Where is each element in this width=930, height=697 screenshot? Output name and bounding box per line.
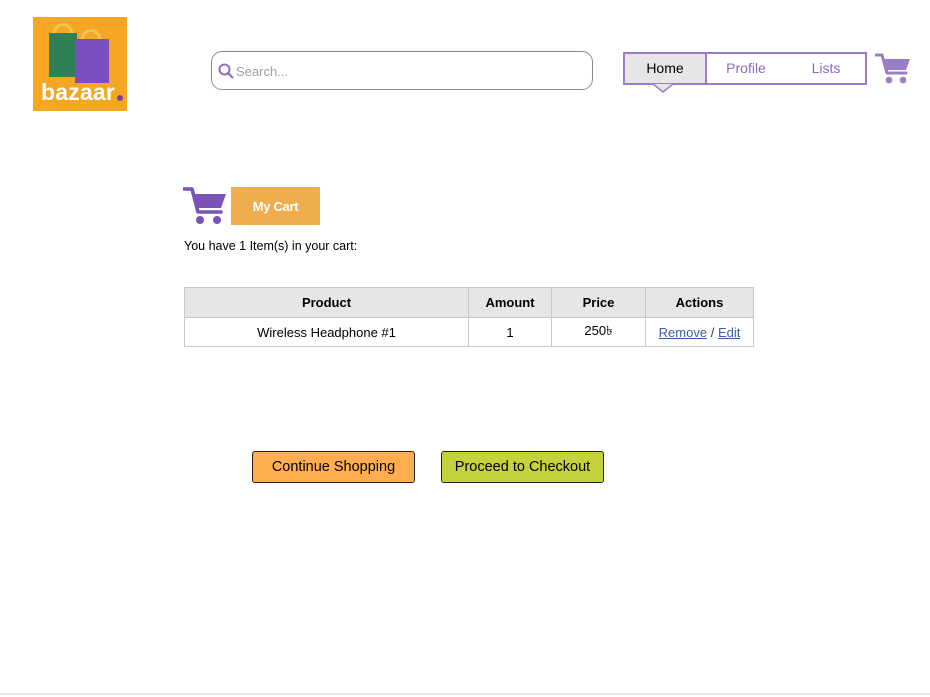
main-nav: Home Profile Lists <box>623 52 867 85</box>
nav-home[interactable]: Home <box>625 54 707 83</box>
edit-link[interactable]: Edit <box>718 325 740 340</box>
action-separator: / <box>710 324 715 340</box>
product-cell: Wireless Headphone #1 <box>184 317 469 347</box>
brand-name: bazaar <box>41 79 116 105</box>
search-icon[interactable] <box>218 63 234 79</box>
column-header-amount: Amount <box>468 287 552 318</box>
actions-cell: Remove / Edit <box>645 317 754 347</box>
nav-profile[interactable]: Profile <box>707 54 785 83</box>
price-cell: 250৳ <box>551 317 646 347</box>
continue-shopping-button[interactable]: Continue Shopping <box>252 451 415 483</box>
search-bar <box>211 51 593 90</box>
column-header-product: Product <box>184 287 469 318</box>
cart-heading-icon <box>183 187 226 224</box>
cart-summary: You have 1 Item(s) in your cart: <box>184 239 358 253</box>
nav-lists[interactable]: Lists <box>787 54 865 83</box>
table-row: Wireless Headphone #1 1 250৳ Remove / Ed… <box>184 317 754 347</box>
remove-link[interactable]: Remove <box>659 325 707 340</box>
column-header-actions: Actions <box>645 287 754 318</box>
cart-table: Product Amount Price Actions Wireless He… <box>184 287 754 347</box>
search-input[interactable] <box>236 60 576 82</box>
bazaar-logo[interactable]: bazaar <box>33 17 127 111</box>
page-bottom-divider <box>0 693 930 695</box>
brand-dot <box>117 95 123 101</box>
amount-cell: 1 <box>468 317 552 347</box>
table-header-row: Product Amount Price Actions <box>184 287 754 318</box>
proceed-to-checkout-button[interactable]: Proceed to Checkout <box>441 451 604 483</box>
column-header-price: Price <box>551 287 646 318</box>
my-cart-button[interactable]: My Cart <box>231 187 320 225</box>
shopping-cart-icon[interactable] <box>875 52 911 86</box>
nav-active-pointer <box>653 84 673 93</box>
